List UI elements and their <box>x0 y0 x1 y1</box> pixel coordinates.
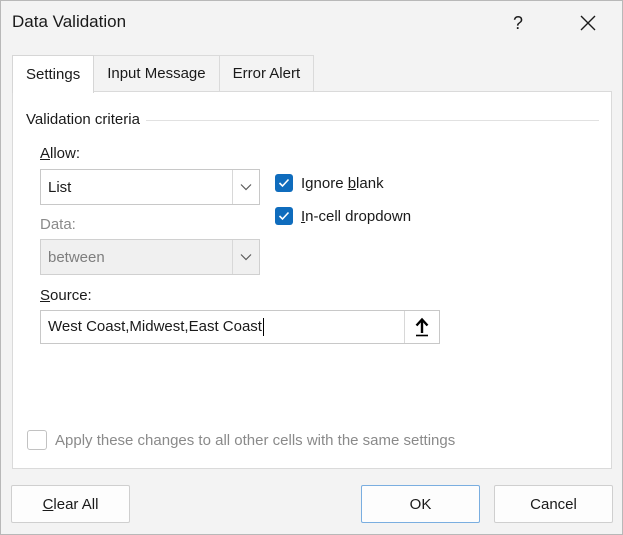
apply-all-label: Apply these changes to all other cells w… <box>55 431 456 449</box>
clear-all-mnemonic: C <box>42 495 54 513</box>
close-icon <box>580 15 596 31</box>
source-label-text: ource: <box>50 287 92 304</box>
title-bar: Data Validation ? <box>1 1 622 45</box>
ignore-blank-label-before: Ignore <box>301 174 348 192</box>
ignore-blank-label-after: lank <box>356 174 384 192</box>
ok-button[interactable]: OK <box>361 485 480 523</box>
in-cell-dropdown-label: In-cell dropdown <box>301 208 411 225</box>
cancel-button[interactable]: Cancel <box>494 485 613 523</box>
collapse-dialog-button[interactable] <box>404 311 439 343</box>
clear-all-label: lear All <box>53 495 99 513</box>
data-select: between <box>40 239 260 275</box>
source-input[interactable]: West Coast,Midwest,East Coast <box>40 310 440 344</box>
clear-all-button[interactable]: Clear All <box>11 485 130 523</box>
checkmark-icon <box>278 178 290 188</box>
chevron-down-icon <box>240 184 252 191</box>
source-input-value: West Coast,Midwest,East Coast <box>41 317 404 337</box>
dialog-title: Data Validation <box>12 12 127 31</box>
arrow-up-icon <box>415 317 429 337</box>
validation-criteria-label: Validation criteria <box>26 111 146 128</box>
chevron-down-icon <box>240 254 252 261</box>
allow-label: Allow: <box>40 145 80 162</box>
close-button[interactable] <box>567 7 609 39</box>
allow-dropdown-button[interactable] <box>232 170 259 204</box>
apply-all-checkbox: Apply these changes to all other cells w… <box>27 430 455 450</box>
apply-all-box <box>27 430 47 450</box>
in-cell-dropdown-label-text: n-cell dropdown <box>305 207 412 225</box>
source-label: Source: <box>40 287 92 304</box>
help-button[interactable]: ? <box>501 7 535 39</box>
ignore-blank-mnemonic: b <box>347 174 357 192</box>
text-cursor <box>262 318 264 337</box>
ignore-blank-checkbox[interactable]: Ignore blank <box>275 174 384 192</box>
data-label: Data: <box>40 216 76 233</box>
settings-panel: Validation criteria Allow: List Ignore b… <box>12 91 612 469</box>
in-cell-dropdown-box[interactable] <box>275 207 293 225</box>
tab-input-message[interactable]: Input Message <box>93 55 220 91</box>
allow-select-value: List <box>48 178 72 196</box>
ignore-blank-label: Ignore blank <box>301 175 384 192</box>
checkmark-icon <box>278 211 290 221</box>
allow-select[interactable]: List <box>40 169 260 205</box>
tab-error-alert[interactable]: Error Alert <box>218 55 315 91</box>
allow-label-text: llow: <box>50 145 81 162</box>
source-label-mnemonic: S <box>40 287 51 304</box>
allow-label-mnemonic: A <box>40 145 51 162</box>
tab-strip: Settings Input Message Error Alert <box>12 55 315 93</box>
source-value-text: West Coast,Midwest,East Coast <box>48 317 262 335</box>
data-validation-dialog: Data Validation ? Settings Input Message… <box>0 0 623 535</box>
data-select-value: between <box>48 248 105 266</box>
ignore-blank-box[interactable] <box>275 174 293 192</box>
in-cell-dropdown-checkbox[interactable]: In-cell dropdown <box>275 207 411 225</box>
data-dropdown-button <box>232 240 259 274</box>
tab-settings[interactable]: Settings <box>12 55 95 93</box>
